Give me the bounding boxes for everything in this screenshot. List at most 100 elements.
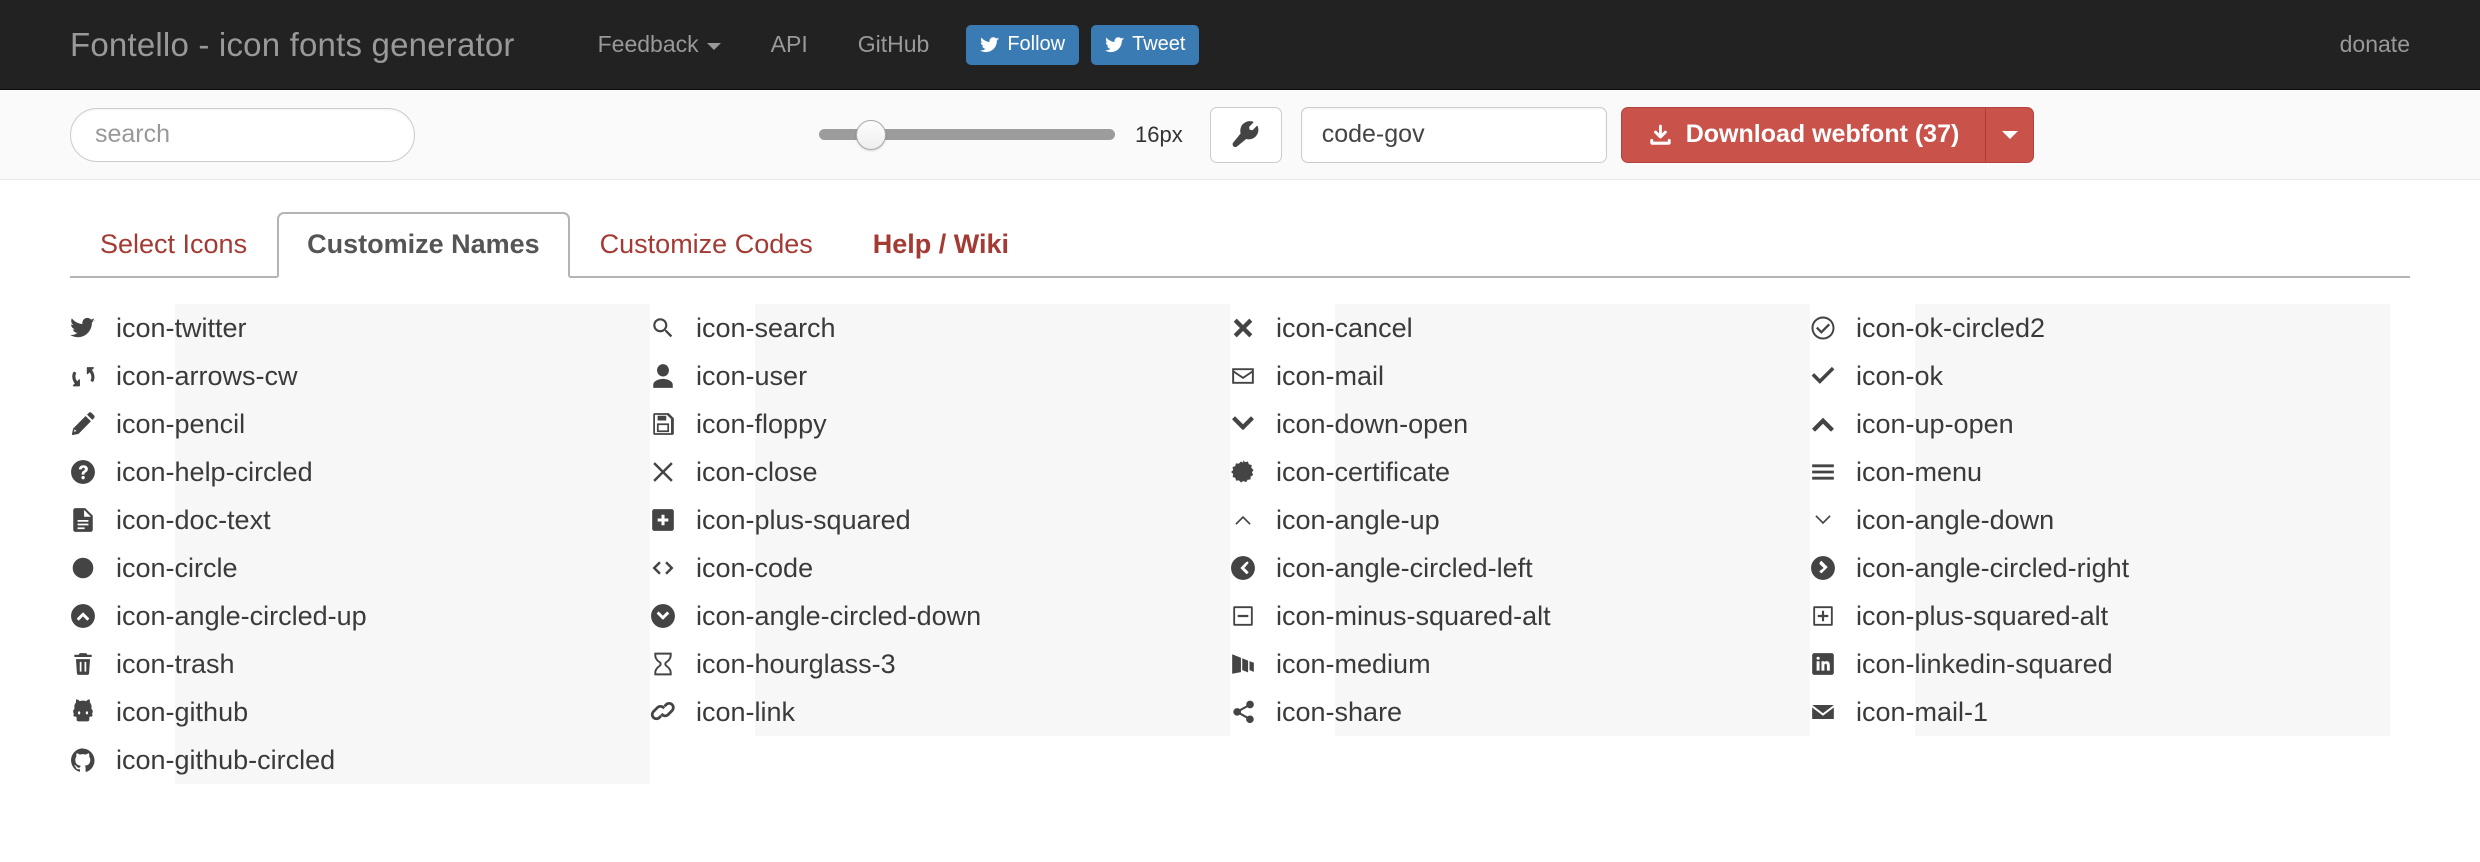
icon-row: icon- [1810, 352, 2390, 400]
nav-link-feedback[interactable]: Feedback [573, 31, 746, 58]
icon-name-input[interactable] [755, 496, 1230, 544]
cancel-icon [1230, 315, 1274, 341]
angle-up-icon [1230, 507, 1274, 533]
icon-name-prefix: icon- [1274, 697, 1335, 728]
icon-name-input[interactable] [1335, 688, 1810, 736]
slider-thumb[interactable] [856, 120, 886, 150]
icon-row: icon- [70, 448, 650, 496]
icon-name-input[interactable] [1915, 592, 2390, 640]
icon-name-prefix: icon- [694, 313, 755, 344]
icon-name-prefix: icon- [114, 505, 175, 536]
icon-name-input[interactable] [755, 448, 1230, 496]
icon-name-prefix: icon- [694, 457, 755, 488]
icon-name-input[interactable] [1335, 640, 1810, 688]
icon-name-list: icon-icon-icon-icon-icon-icon-icon-icon-… [0, 278, 2480, 784]
icon-name-input[interactable] [755, 400, 1230, 448]
medium-icon [1230, 651, 1274, 677]
twitter-follow-button[interactable]: Follow [966, 25, 1079, 65]
icon-name-input[interactable] [175, 736, 650, 784]
icon-name-input[interactable] [755, 640, 1230, 688]
icon-name-input[interactable] [1915, 544, 2390, 592]
download-icon [1648, 122, 1673, 147]
icon-name-input[interactable] [175, 400, 650, 448]
donate-link[interactable]: donate [2340, 31, 2410, 57]
download-options-dropdown-button[interactable] [1986, 107, 2034, 163]
icon-name-input[interactable] [1335, 496, 1810, 544]
icon-name-input[interactable] [175, 640, 650, 688]
font-size-value: 16px [1135, 122, 1183, 148]
icon-row: icon- [1230, 352, 1810, 400]
icon-name-prefix: icon- [1854, 601, 1915, 632]
floppy-icon [650, 411, 694, 437]
icon-name-input[interactable] [1335, 448, 1810, 496]
icon-name-input[interactable] [1915, 448, 2390, 496]
app-brand-title[interactable]: Fontello - icon fonts generator [70, 26, 515, 64]
icon-row: icon- [70, 544, 650, 592]
icon-name-input[interactable] [175, 304, 650, 352]
tab-select-icons[interactable]: Select Icons [70, 212, 277, 278]
linkedin-squared-icon [1810, 651, 1854, 677]
icon-name-input[interactable] [1915, 688, 2390, 736]
nav-links: Feedback API GitHub Follow Tweet [573, 25, 1200, 65]
up-open-icon [1810, 411, 1854, 437]
icon-name-input[interactable] [1335, 400, 1810, 448]
tab-help-wiki[interactable]: Help / Wiki [843, 212, 1039, 278]
icon-name-input[interactable] [1335, 592, 1810, 640]
icon-name-input[interactable] [755, 352, 1230, 400]
twitter-bird-icon [980, 35, 1000, 55]
icon-name-prefix: icon- [1854, 313, 1915, 344]
nav-link-github[interactable]: GitHub [833, 31, 955, 58]
icon-name-prefix: icon- [694, 649, 755, 680]
icon-name-prefix: icon- [1854, 649, 1915, 680]
icon-name-input[interactable] [175, 352, 650, 400]
icon-name-input[interactable] [175, 592, 650, 640]
wrench-icon [1232, 121, 1260, 149]
font-size-slider[interactable] [819, 129, 1115, 140]
nav-link-api[interactable]: API [746, 31, 833, 58]
twitter-tweet-label: Tweet [1132, 33, 1185, 56]
icon-name-input[interactable] [755, 592, 1230, 640]
font-name-field[interactable] [1301, 107, 1607, 163]
icon-name-prefix: icon- [114, 457, 175, 488]
icon-row: icon- [650, 448, 1230, 496]
icon-name-input[interactable] [1915, 400, 2390, 448]
icon-name-input[interactable] [1335, 304, 1810, 352]
download-webfont-button[interactable]: Download webfont (37) [1621, 107, 1987, 163]
icon-name-input[interactable] [175, 448, 650, 496]
pencil-icon [70, 411, 114, 437]
icon-name-input[interactable] [1335, 544, 1810, 592]
twitter-tweet-button[interactable]: Tweet [1091, 25, 1199, 65]
font-name-input[interactable] [1320, 119, 1588, 150]
tab-customize-codes[interactable]: Customize Codes [570, 212, 843, 278]
icon-name-input[interactable] [1335, 352, 1810, 400]
ok-circled2-icon [1810, 315, 1854, 341]
icon-name-input[interactable] [175, 688, 650, 736]
icon-name-input[interactable] [175, 496, 650, 544]
icon-name-input[interactable] [755, 688, 1230, 736]
icon-name-input[interactable] [1915, 352, 2390, 400]
icon-name-input[interactable] [1915, 496, 2390, 544]
icon-name-input[interactable] [755, 304, 1230, 352]
icon-row: icon- [1230, 304, 1810, 352]
hourglass-3-icon [650, 651, 694, 677]
icon-row: icon- [1810, 640, 2390, 688]
icon-name-input[interactable] [755, 544, 1230, 592]
icon-name-input[interactable] [175, 544, 650, 592]
icon-name-prefix: icon- [1854, 457, 1915, 488]
icon-name-input[interactable] [1915, 640, 2390, 688]
settings-wrench-button[interactable] [1210, 107, 1282, 163]
icon-name-prefix: icon- [694, 409, 755, 440]
icon-name-prefix: icon- [1274, 313, 1335, 344]
twitter-bird-icon [1105, 35, 1125, 55]
icon-row: icon- [70, 592, 650, 640]
search-input[interactable] [93, 119, 392, 150]
icon-row: icon- [1230, 688, 1810, 736]
tab-customize-names[interactable]: Customize Names [277, 212, 570, 278]
search-box[interactable] [70, 108, 415, 162]
navbar-right: donate [2340, 31, 2410, 58]
icon-name-input[interactable] [1915, 304, 2390, 352]
icon-row: icon- [1810, 592, 2390, 640]
icon-row: icon- [1230, 640, 1810, 688]
icon-row: icon- [1810, 400, 2390, 448]
icon-name-prefix: icon- [1274, 457, 1335, 488]
